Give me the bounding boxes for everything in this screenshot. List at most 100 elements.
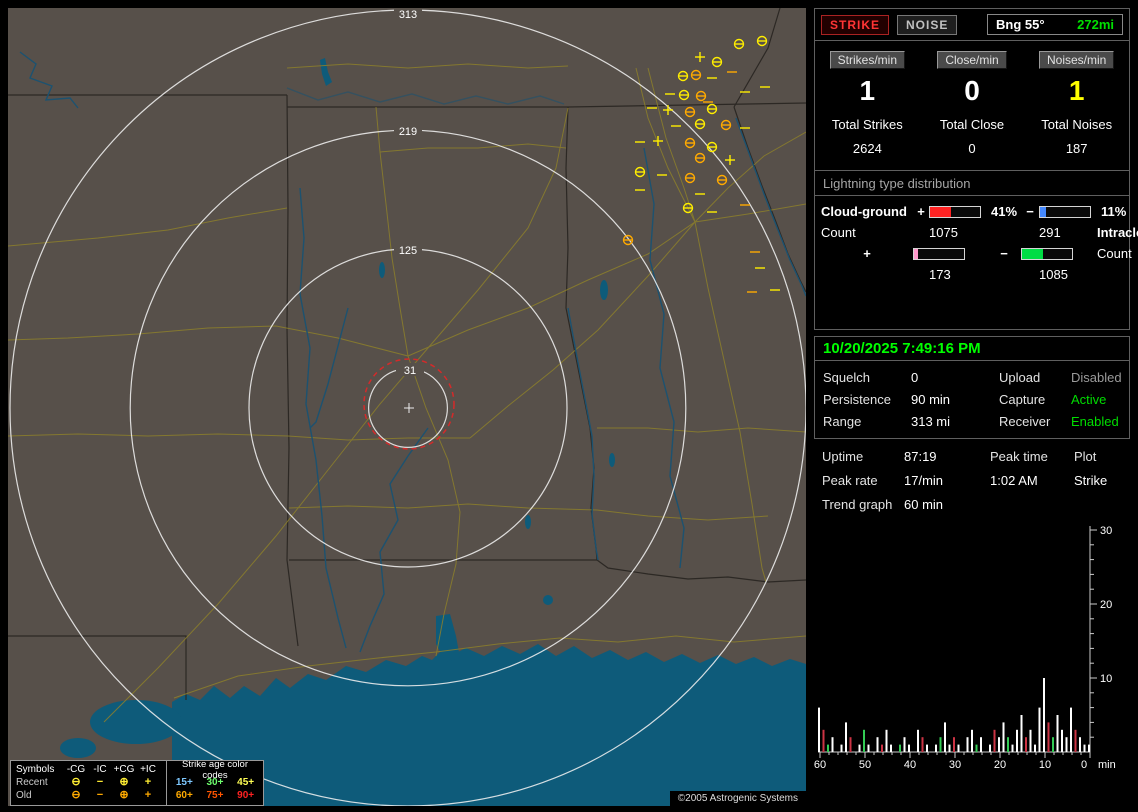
legend-symbols-title: Symbols xyxy=(16,764,55,775)
datetime-display: 10/20/2025 7:49:16 PM xyxy=(815,337,1129,361)
total-strikes-value: 2624 xyxy=(852,141,882,156)
trend-graph: 30 20 10 60 50 40 30 20 10 0 min xyxy=(814,520,1130,783)
legend-col-header: -IC xyxy=(93,764,107,775)
legend-symbols: Symbols -CG -IC +CG +IC Recent ⊖ − ⊕ + O… xyxy=(11,761,166,805)
noises-per-min-value: 1 xyxy=(1068,75,1085,106)
peak-rate-value: 17/min xyxy=(904,473,944,488)
legend-col-header: +IC xyxy=(140,764,156,775)
trend-axes xyxy=(818,526,1097,758)
svg-text:min: min xyxy=(1098,759,1116,771)
squelch-value: 0 xyxy=(911,370,919,385)
persistence-label: Persistence xyxy=(823,392,891,407)
uptime-label: Uptime xyxy=(822,449,864,464)
svg-text:10: 10 xyxy=(1100,673,1112,685)
ic-neg-count: 1085 xyxy=(1039,267,1068,282)
legend-col-header: -CG xyxy=(66,764,86,775)
cg-neg-icon: ⊖ xyxy=(71,789,81,801)
lightning-map[interactable]: 313 219 125 31 Symbols -CG -IC +CG +IC Rece… xyxy=(8,8,806,806)
cg-pos-icon: ⊕ xyxy=(119,776,129,788)
copyright-text: ©2005 Astrogenic Systems xyxy=(669,791,806,806)
cg-pos-count: 1075 xyxy=(929,225,958,240)
peak-time-label: Peak time xyxy=(990,449,1048,464)
rate-columns: Strikes/min 1 Total Strikes 2624 Close/m… xyxy=(815,51,1129,156)
map-legend: Symbols -CG -IC +CG +IC Recent ⊖ − ⊕ + O… xyxy=(10,759,264,806)
cloud-ground-label: Cloud-ground xyxy=(821,204,907,219)
minus-sign: − xyxy=(1026,204,1034,219)
svg-text:10: 10 xyxy=(1039,759,1051,771)
plus-sign: + xyxy=(863,246,871,261)
legend-row-label: Old xyxy=(16,790,32,801)
cg-neg-count: 291 xyxy=(1039,225,1061,240)
total-close-label: Total Close xyxy=(939,117,1005,132)
persistence-value: 90 min xyxy=(911,392,951,407)
uptime-value: 87:19 xyxy=(904,449,937,464)
bearing-display: Bng 55° 272mi xyxy=(987,14,1123,35)
count-label: Count xyxy=(1097,246,1132,261)
age-code: 45+ xyxy=(237,777,255,788)
strikes-column: Strikes/min 1 Total Strikes 2624 xyxy=(815,51,920,156)
age-code: 15+ xyxy=(175,777,193,788)
upload-label: Upload xyxy=(999,370,1041,385)
total-noises-value: 187 xyxy=(1065,141,1088,156)
bearing-value: Bng 55° xyxy=(996,17,1045,32)
rates-panel: STRIKE NOISE Bng 55° 272mi Strikes/min 1… xyxy=(814,8,1138,330)
minus-sign: − xyxy=(1000,246,1008,261)
range-value: 313 mi xyxy=(911,414,951,429)
trend-bars xyxy=(818,678,1090,752)
svg-text:60: 60 xyxy=(814,759,826,771)
ic-pos-count: 173 xyxy=(929,267,951,282)
cg-neg-percent: 11% xyxy=(1101,204,1127,219)
svg-text:50: 50 xyxy=(859,759,871,771)
noise-button[interactable]: NOISE xyxy=(897,14,958,35)
ic-pos-gauge xyxy=(913,247,965,260)
cg-pos-percent: 41% xyxy=(991,204,1018,219)
count-label: Count xyxy=(821,225,856,240)
settings-grid: Squelch 0 Upload Disabled Persistence 90… xyxy=(815,361,1129,438)
cg-neg-icon: ⊖ xyxy=(71,776,81,788)
svg-text:30: 30 xyxy=(949,759,961,771)
ic-neg-icon: − xyxy=(96,776,104,788)
plus-sign: + xyxy=(917,204,925,219)
receiver-status: Enabled xyxy=(1071,414,1119,429)
close-column: Close/min 0 Total Close 0 xyxy=(920,51,1025,156)
distribution-grid: Cloud-ground + 41% − 11% Count 1075 291 … xyxy=(815,196,1138,282)
upload-status: Disabled xyxy=(1071,370,1122,385)
age-code: 30+ xyxy=(206,777,224,788)
svg-text:20: 20 xyxy=(994,759,1006,771)
mode-button-row: STRIKE NOISE Bng 55° 272mi xyxy=(815,9,1129,41)
status-panel: 10/20/2025 7:49:16 PM Squelch 0 Upload D… xyxy=(814,336,1130,439)
total-noises-label: Total Noises xyxy=(1041,117,1113,132)
svg-text:0: 0 xyxy=(1081,759,1087,771)
map-canvas: 313 219 125 31 xyxy=(8,8,806,806)
age-code: 75+ xyxy=(206,790,224,801)
strike-button[interactable]: STRIKE xyxy=(821,14,890,35)
range-label: Range xyxy=(823,414,862,429)
ring-label: 125 xyxy=(399,245,417,257)
plot-label: Plot xyxy=(1074,449,1097,464)
receiver-label: Receiver xyxy=(999,414,1051,429)
ic-neg-icon: − xyxy=(96,789,104,801)
ring-label: 313 xyxy=(399,9,417,21)
close-per-min-header[interactable]: Close/min xyxy=(937,51,1007,69)
close-per-min-value: 0 xyxy=(964,75,980,106)
intracloud-label: Intracloud xyxy=(1097,225,1138,240)
capture-status: Active xyxy=(1071,392,1107,407)
svg-text:30: 30 xyxy=(1100,525,1112,537)
noises-per-min-header[interactable]: Noises/min xyxy=(1039,51,1115,69)
cg-neg-gauge xyxy=(1039,205,1091,218)
peak-rate-label: Peak rate xyxy=(822,473,878,488)
lake-pontchartrain xyxy=(90,700,182,744)
legend-col-header: +CG xyxy=(113,764,135,775)
ring-label: 219 xyxy=(399,126,417,138)
total-strikes-label: Total Strikes xyxy=(831,117,903,132)
strikes-per-min-header[interactable]: Strikes/min xyxy=(829,51,905,69)
legend-age-codes: Strike age color codes 15+ 30+ 45+ 60+ 7… xyxy=(166,759,263,805)
svg-text:20: 20 xyxy=(1100,599,1112,611)
squelch-label: Squelch xyxy=(823,370,870,385)
trend-chart: 30 20 10 60 50 40 30 20 10 0 min xyxy=(814,525,1116,771)
strikes-per-min-value: 1 xyxy=(859,75,876,106)
cg-pos-gauge xyxy=(929,205,981,218)
age-code: 60+ xyxy=(175,790,193,801)
session-stats: Uptime 87:19 Peak time Plot Peak rate 17… xyxy=(814,439,1130,512)
trend-graph-label: Trend graph xyxy=(822,497,893,512)
